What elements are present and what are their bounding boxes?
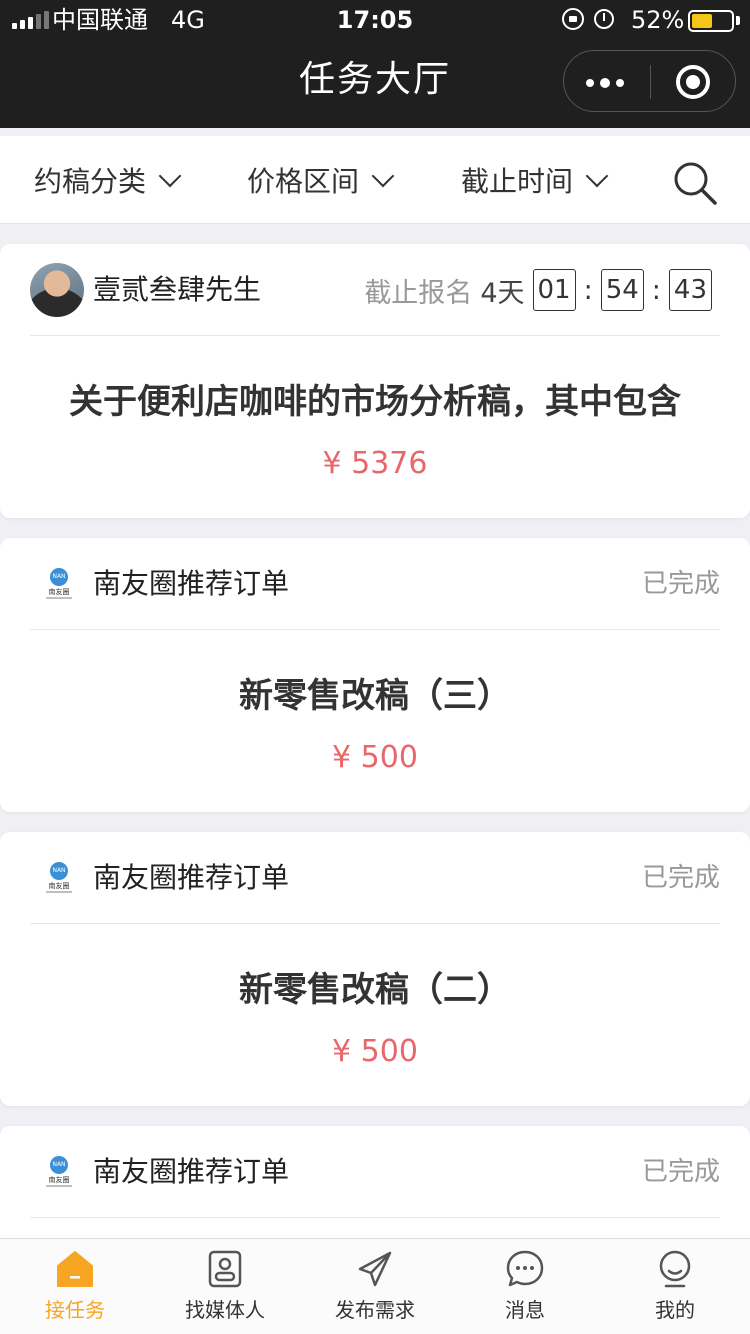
- task-title: 关于便利店咖啡的市场分析稿，其中包含: [69, 382, 681, 422]
- tab-take-task[interactable]: 接任务: [0, 1239, 150, 1334]
- avatar: [30, 263, 84, 317]
- filter-category[interactable]: 约稿分类: [34, 136, 182, 224]
- chevron-down-icon: [585, 164, 609, 188]
- search-icon[interactable]: [672, 160, 718, 206]
- countdown-minutes: 54: [600, 269, 644, 311]
- filter-label: 截止时间: [461, 165, 574, 198]
- alarm-icon: [594, 9, 614, 29]
- top-bar: 中国联通 4G 17:05 52% 任务大厅: [0, 0, 750, 128]
- card-header: NAN 南友圈 南友圈推荐订单 已完成: [30, 1126, 720, 1218]
- card-header: NAN 南友圈 南友圈推荐订单 已完成: [30, 538, 720, 630]
- deadline-days: 4天: [480, 277, 525, 309]
- nanyouquan-logo: NAN 南友圈: [44, 862, 74, 898]
- bottom-tab-bar: 接任务 找媒体人 发布需求 消息 我的: [0, 1238, 750, 1334]
- filter-price[interactable]: 价格区间: [247, 136, 395, 224]
- countdown-hours: 01: [532, 269, 576, 311]
- poster-name: 南友圈推荐订单: [93, 861, 290, 894]
- battery-icon: [688, 10, 734, 32]
- filter-label: 价格区间: [247, 165, 360, 198]
- home-icon: [57, 1251, 93, 1287]
- deadline-label: 截止报名: [364, 277, 473, 309]
- tab-me[interactable]: 我的: [600, 1239, 750, 1334]
- status-badge: 已完成: [641, 569, 720, 599]
- mini-program-capsule: [563, 50, 736, 112]
- task-card[interactable]: 壹贰叁肆先生 截止报名 4天 01 : 54 : 43 关于便利店咖啡的市场分析…: [0, 244, 750, 518]
- poster-name: 南友圈推荐订单: [93, 1155, 290, 1188]
- status-bar: 中国联通 4G 17:05 52%: [0, 0, 750, 40]
- chat-bubble-icon: [506, 1250, 544, 1287]
- card-header: 壹贰叁肆先生 截止报名 4天 01 : 54 : 43: [30, 244, 720, 336]
- task-price: ¥ 500: [332, 740, 418, 775]
- chevron-down-icon: [158, 164, 182, 188]
- tab-label: 我的: [655, 1298, 695, 1322]
- poster-name: 壹贰叁肆先生: [93, 273, 262, 306]
- task-price: ¥ 500: [332, 1034, 418, 1069]
- task-card[interactable]: NAN 南友圈 南友圈推荐订单 已完成 新零售改稿（三） ¥ 500: [0, 538, 750, 812]
- contact-card-icon: [208, 1250, 242, 1288]
- card-header: NAN 南友圈 南友圈推荐订单 已完成: [30, 832, 720, 924]
- rotation-lock-icon: [562, 8, 584, 30]
- nanyouquan-logo: NAN 南友圈: [44, 1156, 74, 1192]
- task-title: 新零售改稿（二）: [239, 970, 511, 1010]
- user-icon: [659, 1250, 691, 1288]
- filter-deadline[interactable]: 截止时间: [461, 136, 609, 224]
- deadline-countdown: 截止报名 4天 01 : 54 : 43: [364, 268, 712, 312]
- tab-label: 找媒体人: [185, 1298, 265, 1322]
- status-badge: 已完成: [641, 863, 720, 893]
- filter-bar: 约稿分类 价格区间 截止时间: [0, 136, 750, 224]
- tab-find-media[interactable]: 找媒体人: [150, 1239, 300, 1334]
- tab-publish[interactable]: 发布需求: [300, 1239, 450, 1334]
- filter-label: 约稿分类: [34, 165, 147, 198]
- tab-label: 接任务: [45, 1298, 105, 1322]
- task-price: ¥ 5376: [322, 446, 428, 481]
- task-card[interactable]: NAN 南友圈 南友圈推荐订单 已完成 新零售改稿（二） ¥ 500: [0, 832, 750, 1106]
- poster-name: 南友圈推荐订单: [93, 567, 290, 600]
- tab-label: 发布需求: [335, 1298, 415, 1322]
- task-title: 新零售改稿（三）: [239, 676, 511, 716]
- tab-label: 消息: [505, 1298, 545, 1322]
- status-badge: 已完成: [641, 1157, 720, 1187]
- tab-messages[interactable]: 消息: [450, 1239, 600, 1334]
- battery-level: [692, 14, 712, 28]
- more-icon[interactable]: [586, 78, 624, 88]
- chevron-down-icon: [371, 164, 395, 188]
- countdown-seconds: 43: [668, 269, 712, 311]
- close-target-icon[interactable]: [676, 65, 710, 99]
- battery-percent: 52%: [631, 6, 685, 34]
- nanyouquan-logo: NAN 南友圈: [44, 568, 74, 604]
- paper-plane-icon: [358, 1251, 392, 1287]
